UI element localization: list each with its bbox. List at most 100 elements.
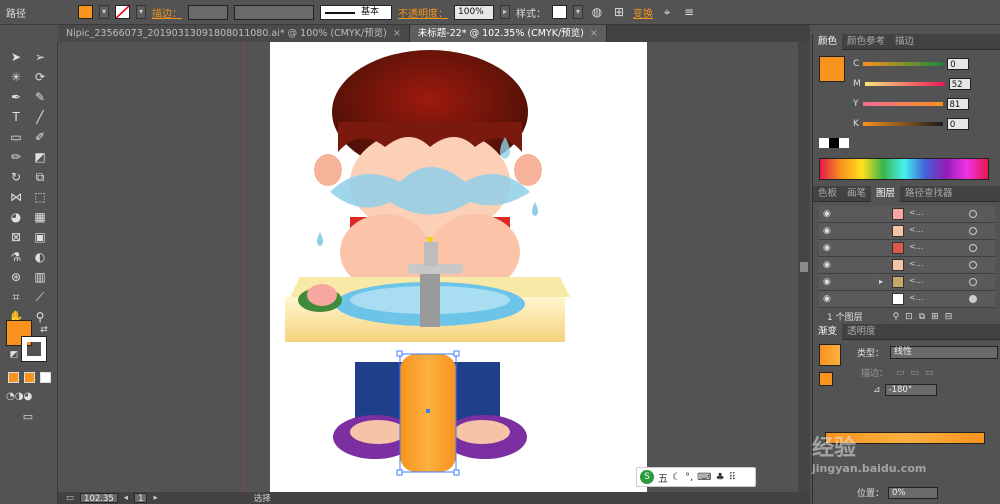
channel-k-slider[interactable]	[862, 122, 943, 126]
stroke-swatch[interactable]	[115, 5, 130, 19]
ime-mode-label[interactable]: 五	[658, 470, 668, 485]
target-icon[interactable]	[969, 278, 977, 286]
graphic-style-swatch[interactable]	[552, 5, 567, 19]
channel-c-value[interactable]: 0	[947, 58, 970, 70]
ime-skin-icon[interactable]: ♣	[716, 472, 725, 483]
zoom-field[interactable]: 102.35	[80, 493, 118, 504]
line-tool-icon[interactable]: ╱	[30, 108, 50, 126]
gradient-position-field[interactable]: 0%	[888, 486, 939, 499]
layer-row[interactable]: ◉ <...	[819, 223, 995, 240]
rotate-tool-icon[interactable]: ↻	[6, 168, 26, 186]
ime-moon-icon[interactable]: ☾	[672, 472, 681, 483]
artboard[interactable]	[270, 42, 647, 492]
layer-row[interactable]: ◉ <...	[819, 257, 995, 274]
layer-row[interactable]: ◉ ▸ <...	[819, 274, 995, 291]
ime-toolbar[interactable]: S 五 ☾ °, ⌨ ♣ ⠿	[636, 467, 756, 487]
target-icon[interactable]	[969, 210, 977, 218]
stroke-color-icon[interactable]	[21, 336, 47, 362]
panel-menu-icon[interactable]: ≡	[681, 4, 697, 20]
fill-swatch-small[interactable]	[819, 372, 833, 386]
fill-swatch[interactable]	[78, 5, 93, 19]
blend-tool-icon[interactable]: ◐	[30, 248, 50, 266]
target-icon[interactable]	[969, 227, 977, 235]
none-black-white-swatches[interactable]	[819, 138, 849, 148]
pen-tool-icon[interactable]: ✒	[6, 88, 26, 106]
color-fill-swatch[interactable]	[819, 56, 845, 82]
ime-keyboard-icon[interactable]: ⌨	[697, 472, 711, 483]
color-mode-icon[interactable]	[8, 372, 19, 383]
tab-color-guide[interactable]: 颜色参考	[842, 34, 890, 50]
variable-width-profile[interactable]	[234, 4, 314, 20]
close-icon[interactable]: ×	[393, 28, 401, 39]
eye-icon[interactable]: ◉	[823, 260, 831, 270]
eye-icon[interactable]: ◉	[823, 243, 831, 253]
screen-mode-icon[interactable]: ▭	[18, 408, 38, 426]
gradient-type-select[interactable]: 线性	[890, 346, 999, 359]
stroke-dropdown[interactable]: ▾	[136, 5, 146, 19]
fill-dropdown[interactable]: ▾	[99, 5, 109, 19]
mesh-tool-icon[interactable]: ⊠	[6, 228, 26, 246]
graph-tool-icon[interactable]: ▥	[30, 268, 50, 286]
target-icon[interactable]	[969, 295, 977, 303]
layer-actions-icon[interactable]: ⚲⊡⧉⊞⊟	[893, 312, 959, 322]
scroll-thumb[interactable]	[800, 262, 808, 272]
eye-icon[interactable]: ◉	[823, 226, 831, 236]
eyedropper-icon[interactable]: ⚗	[6, 248, 26, 266]
stroke-gradient-icons[interactable]: ▭▭▭	[896, 368, 940, 378]
channel-y-value[interactable]: 81	[946, 98, 969, 110]
artboard-tool-icon[interactable]: ⌗	[6, 288, 26, 306]
channel-c-slider[interactable]	[863, 62, 944, 66]
swap-colors-icon[interactable]: ⇄	[34, 321, 54, 339]
color-spectrum[interactable]	[819, 158, 989, 180]
magic-wand-icon[interactable]: ✳	[6, 68, 26, 86]
eraser-icon[interactable]: ◩	[30, 148, 50, 166]
canvas-area[interactable]	[58, 42, 798, 492]
next-artboard-icon[interactable]: ▸	[153, 493, 157, 503]
tab-swatches[interactable]: 色板	[813, 186, 842, 202]
perspective-grid-icon[interactable]: ▦	[30, 208, 50, 226]
menu-icon[interactable]: ▭	[66, 493, 74, 503]
artboard-field[interactable]: 1	[134, 493, 148, 504]
layer-row[interactable]: ◉ <...	[819, 291, 995, 308]
curvature-tool-icon[interactable]: ✎	[30, 88, 50, 106]
gradient-angle-field[interactable]: -180°	[884, 384, 937, 396]
eye-icon[interactable]: ◉	[823, 209, 831, 219]
tab-color[interactable]: 颜色	[813, 34, 843, 50]
channel-k-value[interactable]: 0	[946, 118, 969, 130]
tab-layers[interactable]: 图层	[871, 186, 901, 202]
recolor-icon[interactable]: ◍	[589, 4, 605, 20]
tab-transparency[interactable]: 透明度	[842, 324, 881, 340]
scale-tool-icon[interactable]: ⧉	[30, 168, 50, 186]
type-tool-icon[interactable]: T	[6, 108, 26, 126]
tab-pathfinder[interactable]: 路径查找器	[900, 186, 958, 202]
free-transform-icon[interactable]: ⬚	[30, 188, 50, 206]
lasso-icon[interactable]: ⟳	[30, 68, 50, 86]
tab-stroke[interactable]: 描边	[890, 34, 919, 50]
expand-icon[interactable]: ▸	[879, 277, 883, 286]
channel-y-slider[interactable]	[862, 102, 943, 106]
paintbrush-icon[interactable]: ✐	[30, 128, 50, 146]
draw-mode-icon[interactable]: ◔◑◕	[6, 388, 32, 406]
style-dropdown[interactable]: ▾	[573, 5, 583, 19]
channel-m-value[interactable]: 52	[948, 78, 971, 90]
brush-definition[interactable]: 基本	[320, 4, 392, 20]
ime-menu-icon[interactable]: ⠿	[729, 472, 736, 483]
vertical-scrollbar[interactable]	[798, 42, 810, 492]
isolate-icon[interactable]: ⌖	[659, 4, 675, 20]
opacity-label[interactable]: 不透明度：	[398, 5, 448, 20]
default-colors-icon[interactable]: ◩	[4, 346, 24, 364]
layer-row[interactable]: ◉ <...	[819, 206, 995, 223]
channel-m-slider[interactable]	[864, 82, 945, 86]
stroke-label[interactable]: 描边：	[152, 5, 182, 20]
tab-nipic-document[interactable]: Nipic_23566073_20190313091808011080.ai* …	[58, 25, 410, 42]
selection-tool-icon[interactable]: ➤	[6, 48, 26, 66]
prev-artboard-icon[interactable]: ◂	[124, 493, 128, 503]
eye-icon[interactable]: ◉	[823, 277, 831, 287]
width-tool-icon[interactable]: ⋈	[6, 188, 26, 206]
symbol-sprayer-icon[interactable]: ⊛	[6, 268, 26, 286]
rectangle-tool-icon[interactable]: ▭	[6, 128, 26, 146]
target-icon[interactable]	[969, 261, 977, 269]
tab-brushes[interactable]: 画笔	[842, 186, 871, 202]
slice-tool-icon[interactable]: ⟋	[30, 288, 50, 306]
close-icon[interactable]: ×	[590, 28, 598, 39]
